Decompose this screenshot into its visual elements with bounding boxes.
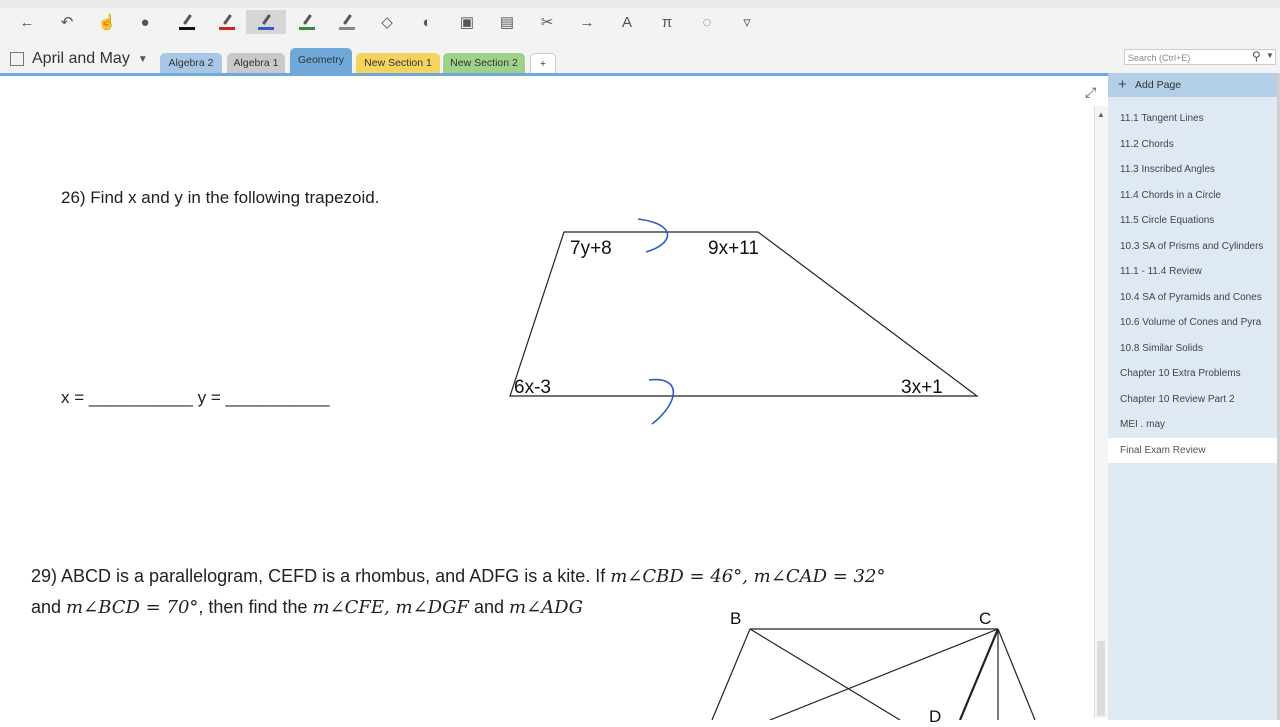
notebook-icon [10,52,24,66]
ink-to-math-icon[interactable]: π [654,10,680,34]
problem-29-statement: 29) ABCD is a parallelogram, CEFD is a r… [31,566,611,586]
forward-icon[interactable]: → [574,10,600,34]
problem-26-answer-line: x = ___________ y = ___________ [61,388,330,407]
pen-green-icon[interactable] [294,10,320,34]
page-item[interactable]: MEI . may [1108,412,1277,437]
notebook-selector[interactable]: April and May ▼ [10,49,148,69]
page-item[interactable]: 10.6 Volume of Cones and Pyra [1108,310,1277,335]
tab-algebra-1[interactable]: Algebra 1 [227,53,285,73]
eraser-icon[interactable]: ◇ [374,10,400,34]
vertex-label-d: D [929,707,942,726]
touch-icon[interactable]: ☝ [94,10,120,34]
page-item[interactable]: 11.5 Circle Equations [1108,208,1277,233]
problem-26-question: 26) Find x and y in the following trapez… [61,188,380,207]
angle-label-bottom-right: 3x+1 [901,377,943,398]
vertex-label-b: B [730,609,742,628]
problem-29-targets: m∠CFE, m∠DGF [312,597,469,618]
page-item[interactable]: 11.2 Chords [1108,132,1277,157]
problem-29-bcd: m∠BCD = 70° [66,597,199,618]
problem-29-given-angles: m∠CBD = 46°, m∠CAD = 32° [610,566,886,587]
scroll-thumb[interactable] [1097,641,1105,716]
problem-29-line-2: and m∠BCD = 70°, then find the m∠CFE, m∠… [31,597,583,618]
add-page-button[interactable]: + Add Page [1108,73,1277,97]
notebook-name: April and May [32,50,130,67]
search-dropdown-icon[interactable]: ▼ [1266,51,1274,60]
lasso-icon[interactable]: ● [132,10,158,34]
problem-29-and: and [31,597,67,617]
pen-red-icon[interactable] [214,10,240,34]
page-item[interactable]: 11.1 Tangent Lines [1108,106,1277,131]
page-item[interactable]: 10.4 SA of Pyramids and Cones [1108,285,1277,310]
problem-29-line-1: 29) ABCD is a parallelogram, CEFD is a r… [31,566,885,587]
tab-new-section-1[interactable]: New Section 1 [356,53,440,73]
plus-icon: + [1118,76,1127,93]
vertical-scrollbar[interactable]: ▲ [1094,106,1108,718]
page-item[interactable]: Chapter 10 Extra Problems [1108,361,1277,386]
page-item[interactable]: 11.3 Inscribed Angles [1108,157,1277,182]
more-icon[interactable]: ▿ [734,10,760,34]
ink-to-text-icon[interactable]: A [614,10,640,34]
palette-icon[interactable]: ◐ [414,10,440,34]
tab-geometry[interactable]: Geometry [290,48,352,73]
back-icon[interactable]: ← [14,10,40,34]
ink-arc-top [637,218,669,253]
tab-new-section-2[interactable]: New Section 2 [443,53,525,73]
paste-icon[interactable]: ▤ [494,10,520,34]
section-accent-bar [0,73,1280,76]
problem-29-and-2: and [468,597,509,617]
ink-arc-bottom [648,378,675,425]
page-item[interactable]: 11.4 Chords in a Circle [1108,183,1277,208]
page-item[interactable]: 10.8 Similar Solids [1108,336,1277,361]
tab-algebra-2[interactable]: Algebra 2 [160,53,222,73]
angle-label-top-right: 9x+11 [708,238,759,259]
page-item[interactable]: Chapter 10 Review Part 2 [1108,387,1277,412]
pen-black-icon[interactable] [174,10,200,34]
insert-space-icon[interactable]: ▣ [454,10,480,34]
parallelogram-figure [711,628,1036,720]
pen-gray-icon[interactable] [334,10,360,34]
pen-blue-icon[interactable] [246,10,286,34]
angle-label-bottom-left: 6x-3 [514,377,551,398]
scroll-up-arrow-icon[interactable]: ▲ [1097,110,1105,119]
vertex-label-c: C [979,609,992,628]
problem-29-find: , then find the [198,597,313,617]
expand-icon[interactable]: ⤢ [1085,84,1096,101]
problem-29-adg: m∠ADG [509,597,583,618]
lasso-select-icon[interactable]: ◌ [694,10,720,34]
page-item[interactable]: Final Exam Review [1108,437,1277,463]
chevron-down-icon: ▼ [137,53,148,65]
add-page-label: Add Page [1135,79,1182,91]
page-item[interactable]: 10.3 SA of Prisms and Cylinders [1108,234,1277,259]
cut-icon[interactable]: ✂ [534,10,560,34]
search-icon[interactable]: ⚲ [1252,49,1261,63]
add-section-button[interactable]: + [530,53,556,73]
undo-icon[interactable]: ↶ [54,10,80,34]
page-item[interactable]: 11.1 - 11.4 Review [1108,259,1277,284]
angle-label-top-left: 7y+8 [570,238,612,259]
